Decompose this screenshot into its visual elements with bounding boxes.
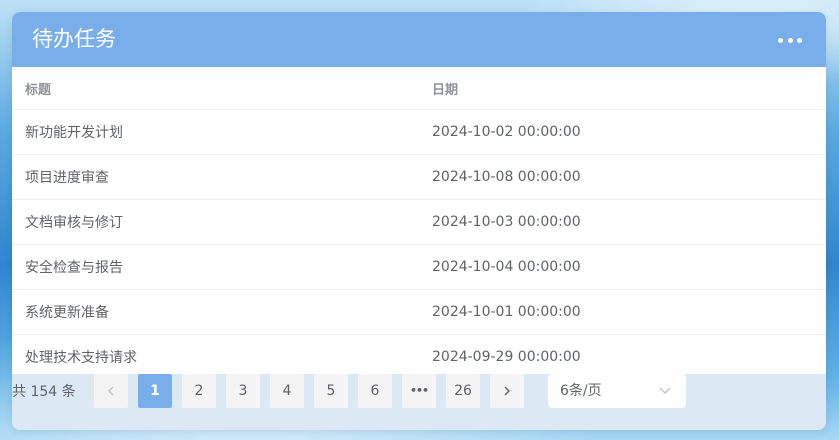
column-header-title[interactable]: 标题: [12, 67, 419, 110]
page-button-4[interactable]: 4: [270, 374, 304, 408]
total-count: 共 154 条: [12, 384, 76, 400]
panel-header: 待办任务: [12, 12, 826, 67]
page-button-5[interactable]: 5: [314, 374, 348, 408]
task-date: 2024-10-01 00:00:00: [419, 289, 826, 335]
task-title: 处理技术支持请求: [12, 334, 419, 380]
table-row[interactable]: 项目进度审查 2024-10-08 00:00:00: [12, 154, 826, 200]
task-date: 2024-10-08 00:00:00: [419, 154, 826, 200]
table-row[interactable]: 安全检查与报告 2024-10-04 00:00:00: [12, 244, 826, 290]
task-date: 2024-10-03 00:00:00: [419, 199, 826, 245]
page-size-select[interactable]: 6条/页: [548, 374, 686, 408]
page-button-6[interactable]: 6: [358, 374, 392, 408]
page-button-2[interactable]: 2: [182, 374, 216, 408]
task-title: 新功能开发计划: [12, 109, 419, 155]
more-pages-ellipsis[interactable]: •••: [402, 374, 436, 408]
page-button-3[interactable]: 3: [226, 374, 260, 408]
task-title: 安全检查与报告: [12, 244, 419, 290]
task-title: 文档审核与修订: [12, 199, 419, 245]
page-button-1[interactable]: 1: [138, 374, 172, 408]
task-date: 2024-09-29 00:00:00: [419, 334, 826, 380]
page-size-value: 6条/页: [560, 383, 602, 399]
page-button-26[interactable]: 26: [446, 374, 480, 408]
more-options-icon[interactable]: [778, 30, 802, 50]
panel-title: 待办任务: [32, 27, 116, 51]
task-title: 项目进度审查: [12, 154, 419, 200]
next-page-button[interactable]: [490, 374, 524, 408]
table-row[interactable]: 系统更新准备 2024-10-01 00:00:00: [12, 289, 826, 335]
task-title: 系统更新准备: [12, 289, 419, 335]
column-header-date[interactable]: 日期: [419, 67, 826, 110]
pagination: 共 154 条 1 2 3 4 5 6 ••• 26 6条/页: [12, 374, 826, 430]
task-table: 标题 日期 新功能开发计划 2024-10-02 00:00:00 项目进度审查…: [12, 67, 826, 380]
chevron-down-icon: [659, 387, 671, 394]
table-row[interactable]: 文档审核与修订 2024-10-03 00:00:00: [12, 199, 826, 245]
chevron-left-icon: [108, 386, 114, 396]
task-date: 2024-10-04 00:00:00: [419, 244, 826, 290]
table-row[interactable]: 处理技术支持请求 2024-09-29 00:00:00: [12, 334, 826, 380]
table-header-row: 标题 日期: [12, 67, 826, 110]
chevron-right-icon: [504, 386, 510, 396]
table-row[interactable]: 新功能开发计划 2024-10-02 00:00:00: [12, 109, 826, 155]
task-date: 2024-10-02 00:00:00: [419, 109, 826, 155]
prev-page-button[interactable]: [94, 374, 128, 408]
todo-panel: 待办任务 标题 日期 新功能开发计划 2024-10-02 00:00:00 项…: [12, 12, 826, 430]
